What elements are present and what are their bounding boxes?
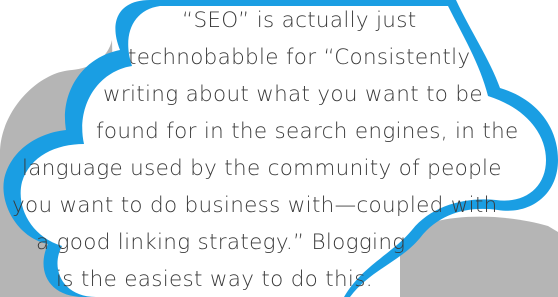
quote-line-6: you want to do business with—coupled wit… bbox=[12, 193, 498, 218]
quote-line-5: language used by the community of people bbox=[22, 156, 502, 181]
quote-line-4: found for in the search engines, in the bbox=[96, 119, 519, 144]
quote-line-3: writing about what you want to be bbox=[103, 82, 483, 107]
quote-line-8: is the easiest way to do this. bbox=[56, 267, 373, 292]
quote-line-1: “SEO” is actually just bbox=[182, 8, 417, 33]
quote-line-7: a good linking strategy.” Blogging bbox=[36, 230, 406, 255]
quote-line-2: technobabble for “Consistently bbox=[128, 45, 471, 70]
quote-graphic: “SEO” is actually just technobabble for … bbox=[0, 0, 558, 297]
